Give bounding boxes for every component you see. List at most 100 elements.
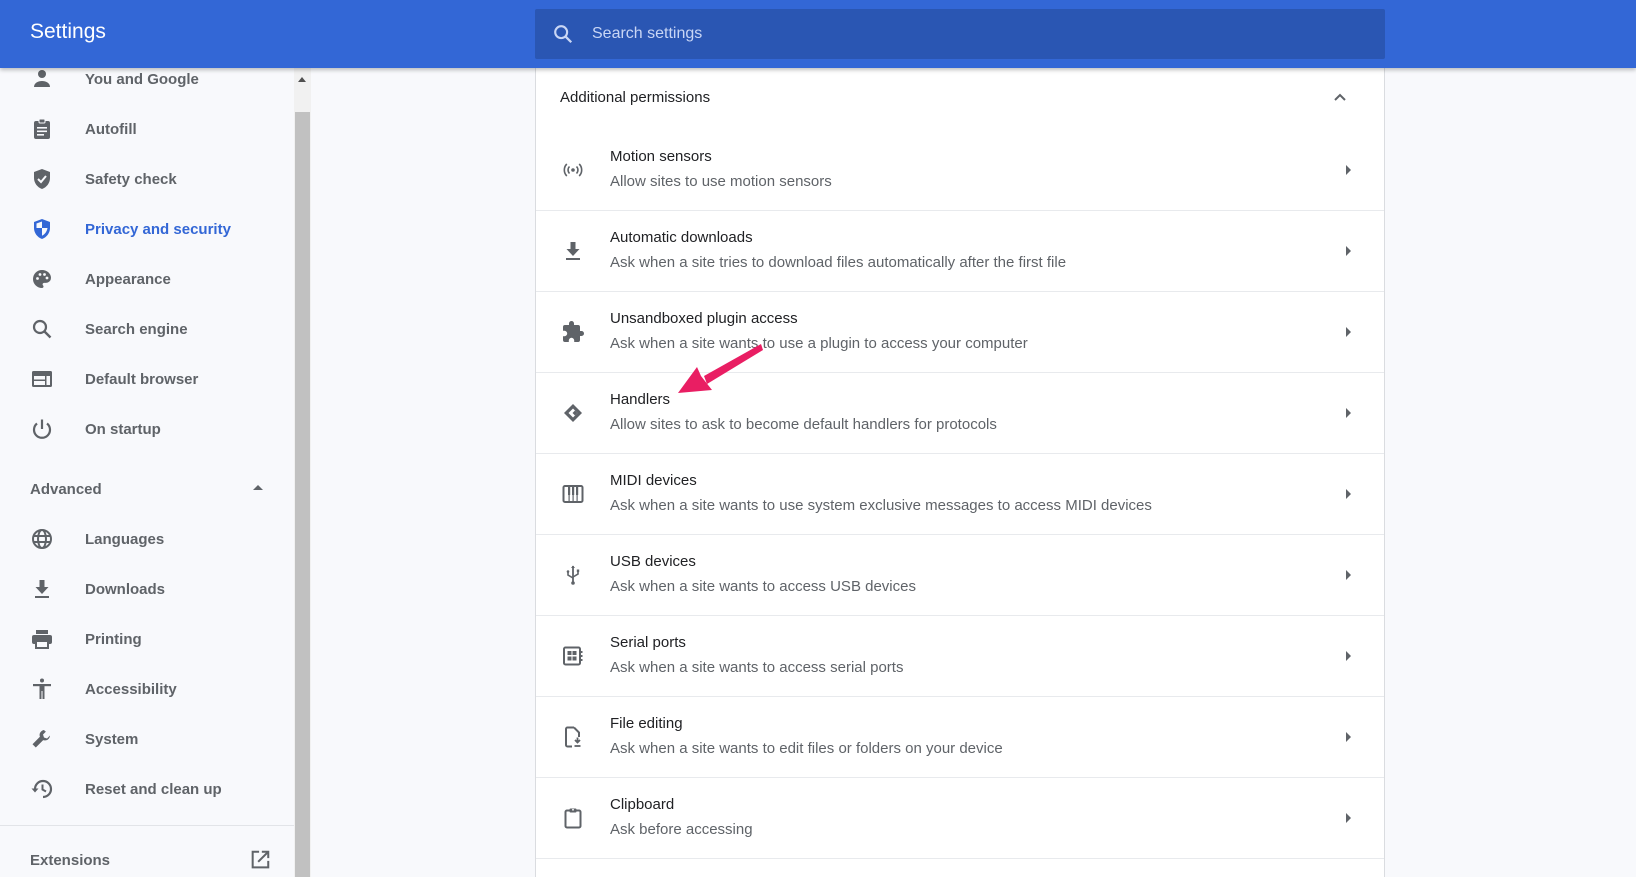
arrow-right-icon — [1346, 489, 1351, 499]
additional-permissions-header[interactable]: Additional permissions — [536, 68, 1384, 130]
row-description: Ask when a site tries to download files … — [610, 254, 1067, 271]
piano-icon — [562, 485, 584, 503]
sidebar-item-label: Default browser — [85, 370, 199, 388]
sidebar-item-label: Downloads — [85, 580, 166, 598]
top-bar: Settings — [0, 0, 1636, 68]
sidebar-item-reset-and-clean-up[interactable]: Reset and clean up — [0, 764, 294, 814]
accessibility-icon — [33, 678, 51, 699]
clipboard-list-icon — [34, 118, 50, 139]
row-unsandboxed-plugin-access[interactable]: Unsandboxed plugin access Ask when a sit… — [536, 292, 1384, 373]
row-midi-devices[interactable]: MIDI devices Ask when a site wants to us… — [536, 454, 1384, 535]
search-icon — [32, 319, 52, 339]
row-title: File editing — [610, 715, 683, 732]
shield-half-icon — [34, 219, 50, 239]
palette-icon — [33, 270, 51, 288]
globe-icon — [32, 529, 52, 549]
arrow-right-icon — [1346, 165, 1351, 175]
sidebar-item-label: Autofill — [85, 120, 137, 138]
search-box[interactable] — [535, 9, 1385, 59]
printer-icon — [32, 630, 52, 649]
row-description: Allow sites to use motion sensors — [610, 173, 832, 190]
handlers-icon — [564, 404, 582, 422]
sidebar-item-on-startup[interactable]: On startup — [0, 404, 294, 454]
row-handlers[interactable]: Handlers Allow sites to ask to become de… — [536, 373, 1384, 454]
sidebar-item-label: Safety check — [85, 170, 177, 188]
sidebar-item-downloads[interactable]: Downloads — [0, 564, 294, 614]
sidebar-item-label: Appearance — [85, 270, 171, 288]
row-description: Ask when a site wants to access serial p… — [610, 659, 904, 676]
sidebar-item-accessibility[interactable]: Accessibility — [0, 664, 294, 714]
sidebar-item-autofill[interactable]: Autofill — [0, 104, 294, 154]
row-clipboard[interactable]: Clipboard Ask before accessing — [536, 778, 1384, 859]
section-title: Additional permissions — [560, 89, 711, 106]
arrow-right-icon — [1346, 732, 1351, 742]
arrow-right-icon — [1346, 570, 1351, 580]
row-serial-ports[interactable]: Serial ports Ask when a site wants to ac… — [536, 616, 1384, 697]
row-description: Ask when a site wants to use a plugin to… — [610, 335, 1028, 352]
chevron-up-icon[interactable] — [1332, 89, 1348, 105]
sidebar-item-label: System — [85, 730, 139, 748]
row-description: Ask when a site wants to edit files or f… — [610, 740, 1003, 757]
app-title: Settings — [30, 20, 106, 43]
sidebar-item-search-engine[interactable]: Search engine — [0, 304, 294, 354]
sidebar: You and Google Autofill Safety check Pri… — [0, 68, 294, 877]
row-title: Serial ports — [610, 634, 686, 651]
permissions-card: Additional permissions Motion sensors Al… — [535, 68, 1385, 877]
person-icon — [34, 70, 50, 87]
sidebar-item-extensions[interactable]: Extensions — [0, 835, 294, 877]
sidebar-item-default-browser[interactable]: Default browser — [0, 354, 294, 404]
sidebar-item-label: Reset and clean up — [85, 780, 222, 798]
sidebar-item-label: Languages — [85, 530, 165, 548]
shield-check-icon — [34, 169, 50, 189]
row-title: Motion sensors — [610, 148, 712, 165]
sidebar-item-label: Accessibility — [85, 680, 177, 698]
sidebar-advanced-toggle[interactable]: Advanced — [0, 464, 294, 514]
arrow-right-icon — [1346, 327, 1351, 337]
row-description: Ask when a site wants to use system excl… — [610, 497, 1152, 514]
row-automatic-downloads[interactable]: Automatic downloads Ask when a site trie… — [536, 211, 1384, 292]
wrench-icon — [32, 730, 50, 748]
sidebar-item-label: On startup — [85, 420, 161, 438]
arrow-right-icon — [1346, 651, 1351, 661]
row-usb-devices[interactable]: USB devices Ask when a site wants to acc… — [536, 535, 1384, 616]
serial-port-icon — [563, 646, 583, 666]
search-icon[interactable] — [552, 23, 574, 45]
sidebar-item-system[interactable]: System — [0, 714, 294, 764]
arrow-right-icon — [1346, 813, 1351, 823]
search-input[interactable] — [592, 9, 1352, 59]
file-edit-icon — [565, 726, 581, 748]
arrow-right-icon — [1346, 246, 1351, 256]
scroll-up-arrow-icon[interactable] — [298, 77, 306, 82]
power-icon — [32, 419, 52, 439]
sidebar-item-privacy-and-security[interactable]: Privacy and security — [0, 204, 294, 254]
browser-window-icon — [32, 371, 52, 387]
arrow-right-icon — [1346, 408, 1351, 418]
sidebar-item-you-and-google[interactable]: You and Google — [0, 68, 294, 104]
scrollbar-thumb[interactable] — [295, 112, 310, 877]
clipboard-icon — [564, 808, 582, 829]
row-file-editing[interactable]: File editing Ask when a site wants to ed… — [536, 697, 1384, 778]
sidebar-item-label: You and Google — [85, 70, 199, 88]
caret-up-icon — [253, 485, 263, 490]
sidebar-item-languages[interactable]: Languages — [0, 514, 294, 564]
open-in-new-icon — [251, 850, 270, 869]
motion-sensor-icon — [563, 163, 583, 177]
sidebar-divider — [0, 825, 294, 826]
sidebar-item-printing[interactable]: Printing — [0, 614, 294, 664]
history-icon — [31, 779, 53, 799]
download-icon — [566, 242, 580, 260]
row-title: Clipboard — [610, 796, 675, 813]
row-title: Unsandboxed plugin access — [610, 310, 798, 327]
download-icon — [35, 580, 49, 598]
row-motion-sensors[interactable]: Motion sensors Allow sites to use motion… — [536, 130, 1384, 211]
sidebar-scrollbar[interactable] — [294, 68, 311, 877]
advanced-label: Advanced — [30, 480, 102, 498]
row-description: Ask before accessing — [610, 821, 753, 838]
row-title: Automatic downloads — [610, 229, 753, 246]
row-title: MIDI devices — [610, 472, 697, 489]
sidebar-item-safety-check[interactable]: Safety check — [0, 154, 294, 204]
puzzle-icon — [563, 321, 584, 342]
sidebar-item-appearance[interactable]: Appearance — [0, 254, 294, 304]
usb-icon — [566, 565, 580, 585]
row-title: Handlers — [610, 391, 671, 408]
